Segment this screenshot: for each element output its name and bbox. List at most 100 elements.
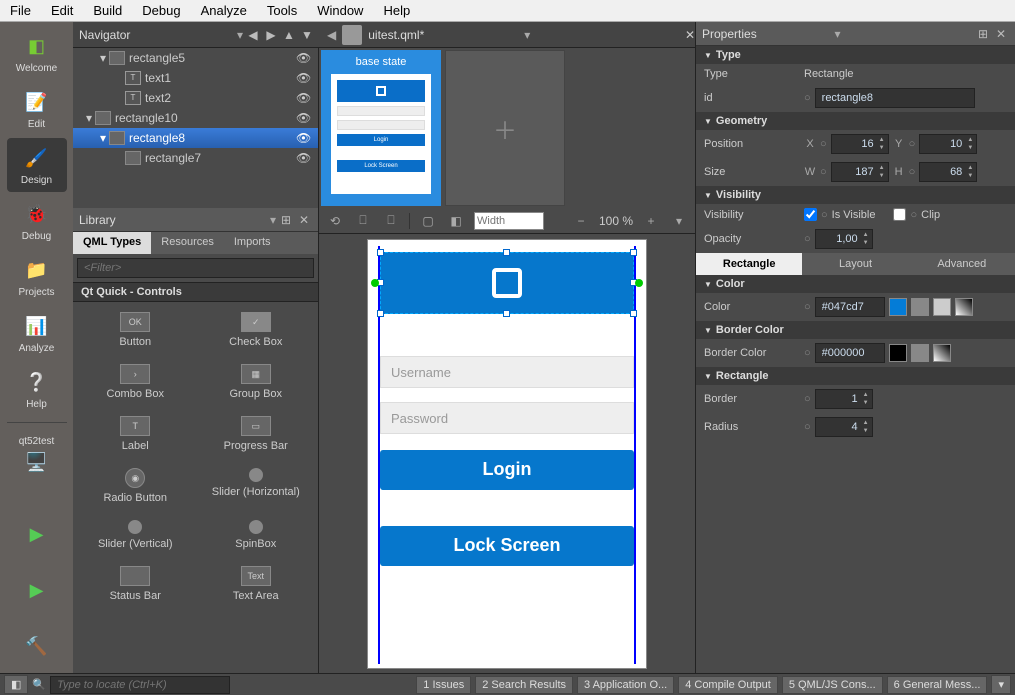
w-input[interactable]: 187▲▼ bbox=[831, 162, 889, 182]
zoom-in-icon[interactable]: + bbox=[641, 211, 661, 231]
username-field[interactable]: Username bbox=[380, 356, 634, 388]
opacity-input[interactable]: 1,00▲▼ bbox=[815, 229, 873, 249]
nav-back-icon[interactable]: ◀ bbox=[245, 27, 261, 43]
menu-help[interactable]: Help bbox=[373, 0, 420, 21]
bound2-icon[interactable]: ◧ bbox=[446, 211, 466, 231]
sidebar-toggle-icon[interactable]: ◧ bbox=[4, 675, 28, 694]
mode-debug[interactable]: 🐞Debug bbox=[7, 194, 67, 248]
control-groupbox[interactable]: ▦Group Box bbox=[198, 358, 315, 406]
build-button[interactable]: 🔨 bbox=[7, 619, 67, 673]
border-swatch[interactable] bbox=[889, 344, 907, 362]
tab-rectangle[interactable]: Rectangle bbox=[696, 253, 802, 275]
nav-up-icon[interactable]: ▲ bbox=[281, 27, 297, 43]
mode-design[interactable]: 🖌️Design bbox=[7, 138, 67, 192]
y-input[interactable]: 10▲▼ bbox=[919, 134, 977, 154]
nav-fwd-icon[interactable]: ▶ bbox=[263, 27, 279, 43]
design-canvas[interactable]: Username Password Login Lock Screen bbox=[319, 234, 695, 673]
isvisible-checkbox[interactable] bbox=[804, 208, 817, 221]
nav-down-icon[interactable]: ▼ bbox=[299, 27, 315, 43]
pane-issues[interactable]: 1 Issues bbox=[416, 676, 471, 694]
run-button[interactable]: ▶ bbox=[7, 507, 67, 561]
control-textarea[interactable]: TextText Area bbox=[198, 560, 315, 608]
control-radiobutton[interactable]: ◉Radio Button bbox=[77, 462, 194, 510]
menu-file[interactable]: File bbox=[0, 0, 41, 21]
menu-analyze[interactable]: Analyze bbox=[191, 0, 257, 21]
nav-item-rectangle5[interactable]: ▾rectangle5👁 bbox=[73, 48, 318, 68]
color-swatch[interactable] bbox=[889, 298, 907, 316]
control-spinbox[interactable]: SpinBox bbox=[198, 514, 315, 556]
mode-analyze[interactable]: 📊Analyze bbox=[7, 306, 67, 360]
section-rectangle[interactable]: Rectangle bbox=[696, 367, 1015, 385]
tab-advanced[interactable]: Advanced bbox=[909, 253, 1015, 275]
bound-icon[interactable]: ▢ bbox=[418, 211, 438, 231]
login-button[interactable]: Login bbox=[380, 450, 634, 490]
gray-swatch[interactable] bbox=[911, 344, 929, 362]
tab-layout[interactable]: Layout bbox=[802, 253, 908, 275]
selected-rectangle[interactable] bbox=[380, 252, 634, 314]
tab-resources[interactable]: Resources bbox=[151, 232, 224, 254]
control-button[interactable]: OKButton bbox=[77, 306, 194, 354]
close-icon[interactable]: ✕ bbox=[296, 212, 312, 228]
run-debug-button[interactable]: ▶ bbox=[7, 563, 67, 617]
mode-welcome[interactable]: ◧Welcome bbox=[7, 26, 67, 80]
control-statusbar[interactable]: Status Bar bbox=[77, 560, 194, 608]
menu-edit[interactable]: Edit bbox=[41, 0, 83, 21]
reset-icon[interactable]: ⟲ bbox=[325, 211, 345, 231]
width-input[interactable] bbox=[474, 212, 544, 230]
section-geometry[interactable]: Geometry bbox=[696, 112, 1015, 130]
nav-item-rectangle8[interactable]: ▾rectangle8👁 bbox=[73, 128, 318, 148]
navigator-tree[interactable]: ▾rectangle5👁 Ttext1👁 Ttext2👁 ▾rectangle1… bbox=[73, 48, 318, 208]
nav-item-rectangle7[interactable]: rectangle7👁 bbox=[73, 148, 318, 168]
snap2-icon[interactable]: ⎕ bbox=[381, 211, 401, 231]
border-width-input[interactable]: 1▲▼ bbox=[815, 389, 873, 409]
pane-search[interactable]: 2 Search Results bbox=[475, 676, 573, 694]
h-input[interactable]: 68▲▼ bbox=[919, 162, 977, 182]
tab-imports[interactable]: Imports bbox=[224, 232, 281, 254]
x-input[interactable]: 16▲▼ bbox=[831, 134, 889, 154]
nav-item-text1[interactable]: Ttext1👁 bbox=[73, 68, 318, 88]
add-state-button[interactable]: ＋ bbox=[445, 50, 565, 206]
nav-item-text2[interactable]: Ttext2👁 bbox=[73, 88, 318, 108]
zoom-menu-icon[interactable]: ▾ bbox=[669, 211, 689, 231]
navigator-dropdown-icon[interactable]: ▾ bbox=[237, 28, 243, 42]
menu-debug[interactable]: Debug bbox=[132, 0, 190, 21]
split-icon[interactable]: ⊞ bbox=[975, 26, 991, 42]
props-dropdown-icon[interactable]: ▾ bbox=[834, 27, 840, 41]
control-progressbar[interactable]: ▭Progress Bar bbox=[198, 410, 315, 458]
design-page[interactable]: Username Password Login Lock Screen bbox=[367, 239, 647, 669]
pane-qml-console[interactable]: 5 QML/JS Cons... bbox=[782, 676, 883, 694]
control-combobox[interactable]: ›Combo Box bbox=[77, 358, 194, 406]
control-slider-v[interactable]: Slider (Vertical) bbox=[77, 514, 194, 556]
section-type[interactable]: Type bbox=[696, 46, 1015, 64]
kit-selector[interactable]: qt52test🖥️ bbox=[7, 429, 67, 483]
border-color-input[interactable] bbox=[815, 343, 885, 363]
file-dropdown-icon[interactable]: ▾ bbox=[524, 28, 530, 42]
library-dropdown-icon[interactable]: ▾ bbox=[270, 213, 276, 227]
close-icon[interactable]: ✕ bbox=[993, 26, 1009, 42]
locator-input[interactable] bbox=[50, 676, 230, 694]
gradient-swatch[interactable] bbox=[955, 298, 973, 316]
menu-window[interactable]: Window bbox=[307, 0, 373, 21]
section-border-color[interactable]: Border Color bbox=[696, 321, 1015, 339]
file-prev-icon[interactable]: ◀ bbox=[327, 28, 336, 42]
color-input[interactable] bbox=[815, 297, 885, 317]
clip-checkbox[interactable] bbox=[893, 208, 906, 221]
pane-compile[interactable]: 4 Compile Output bbox=[678, 676, 778, 694]
password-field[interactable]: Password bbox=[380, 402, 634, 434]
section-visibility[interactable]: Visibility bbox=[696, 186, 1015, 204]
snap-icon[interactable]: ⎕ bbox=[353, 211, 373, 231]
menu-tools[interactable]: Tools bbox=[257, 0, 307, 21]
mode-projects[interactable]: 📁Projects bbox=[7, 250, 67, 304]
mode-edit[interactable]: 📝Edit bbox=[7, 82, 67, 136]
state-base[interactable]: base state Login Lock Screen bbox=[321, 50, 441, 206]
gray-swatch[interactable] bbox=[911, 298, 929, 316]
file-close-icon[interactable]: ✕ bbox=[685, 28, 695, 42]
lock-button[interactable]: Lock Screen bbox=[380, 526, 634, 566]
light-swatch[interactable] bbox=[933, 298, 951, 316]
panes-menu-icon[interactable]: ▾ bbox=[991, 675, 1011, 694]
split-icon[interactable]: ⊞ bbox=[278, 212, 294, 228]
mode-help[interactable]: ❔Help bbox=[7, 362, 67, 416]
pane-general[interactable]: 6 General Mess... bbox=[887, 676, 988, 694]
none-swatch[interactable] bbox=[933, 344, 951, 362]
control-label[interactable]: TLabel bbox=[77, 410, 194, 458]
